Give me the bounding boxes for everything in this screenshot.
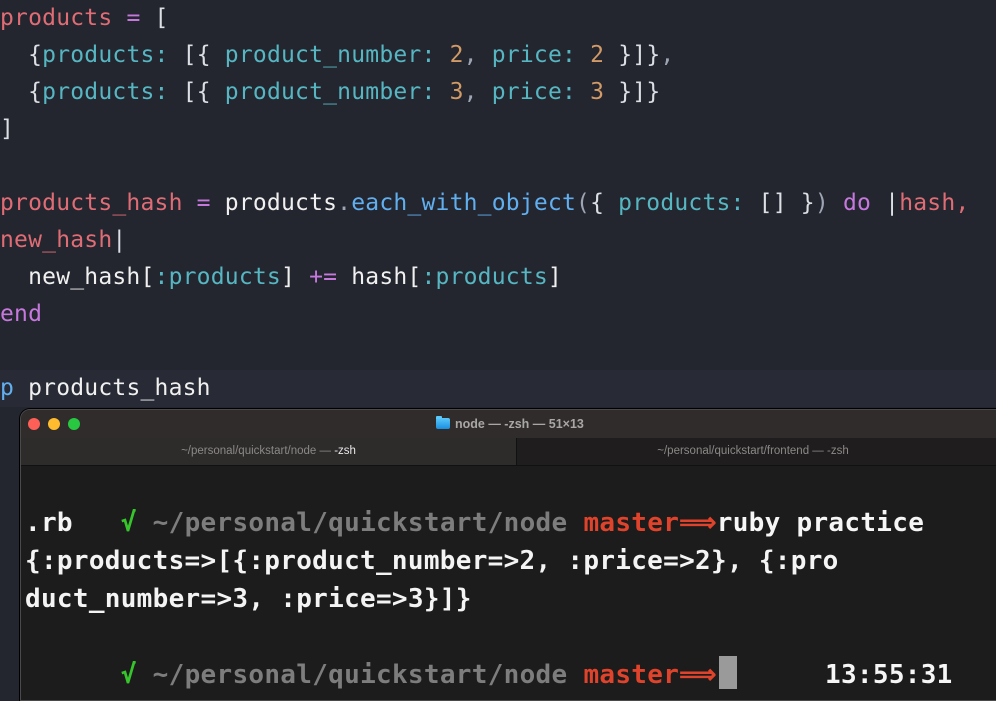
code-token: products — [224, 190, 338, 216]
code-token: end — [0, 301, 43, 327]
tab-node[interactable]: ~/personal/quickstart/node — -zsh — [21, 438, 516, 465]
code-token: new_hash — [0, 227, 113, 253]
window-title-text: node — -zsh — 51×13 — [455, 417, 584, 431]
code-token: , — [463, 42, 492, 68]
code-token: }]} — [604, 42, 661, 68]
terminal-cursor — [718, 656, 737, 689]
prompt-path: ~/personal/quickstart/node — [152, 660, 568, 690]
close-window-button[interactable] — [28, 418, 40, 430]
code-token: products_hash — [14, 375, 211, 401]
code-token: products — [0, 5, 113, 31]
code-line[interactable]: new_hash[:products] += hash[:products] — [0, 259, 562, 296]
code-token: [ — [154, 5, 169, 31]
prompt-arrow-icon: ⟹ — [679, 660, 717, 690]
code-token: products: — [42, 79, 169, 105]
code-token: price: — [491, 42, 577, 68]
code-token: hash[ — [351, 264, 422, 290]
code-token: ] — [280, 264, 296, 290]
code-token: | — [885, 190, 900, 216]
prompt-path: ~/personal/quickstart/node — [152, 508, 568, 538]
terminal-window[interactable]: node — -zsh — 51×13 ~/personal/quickstar… — [20, 409, 996, 701]
code-token: 2 — [590, 42, 605, 68]
prompt-clock: 13:55:31 — [825, 660, 953, 690]
success-check-icon: √ — [120, 508, 137, 538]
new-tab-button[interactable]: + — [989, 438, 996, 465]
code-token: p — [0, 375, 15, 401]
entered-command: ruby practice — [716, 508, 925, 538]
tab-path: ~/personal/quickstart/node — — [181, 445, 335, 457]
code-token: do — [828, 190, 886, 216]
git-branch: master — [583, 660, 680, 690]
code-line[interactable]: ] — [0, 111, 14, 148]
code-line[interactable]: products = [ — [0, 0, 169, 37]
maximize-window-button[interactable] — [68, 418, 80, 430]
tab-path: ~/personal/quickstart/frontend — — [657, 445, 827, 457]
code-token: [{ — [168, 79, 225, 105]
code-token: { — [590, 190, 619, 216]
window-title: node — -zsh — 51×13 — [436, 416, 584, 432]
code-token: 3 — [590, 79, 605, 105]
code-token: products: — [618, 190, 745, 216]
code-token: :products — [421, 264, 548, 290]
minimize-window-button[interactable] — [48, 418, 60, 430]
code-line[interactable]: products_hash = products.each_with_objec… — [0, 185, 969, 222]
tab-frontend[interactable]: ~/personal/quickstart/frontend — -zsh — [516, 438, 990, 465]
code-line[interactable]: new_hash| — [0, 222, 126, 259]
code-token: products: — [42, 42, 169, 68]
code-token: [] } — [744, 190, 815, 216]
output-line: .rb — [25, 508, 73, 538]
code-token: ) — [814, 190, 829, 216]
code-token: products_hash — [0, 190, 183, 216]
code-token: new_hash[ — [0, 264, 155, 290]
code-line[interactable]: p products_hash — [0, 370, 996, 407]
code-token: :products — [154, 264, 281, 290]
code-token: , — [660, 42, 675, 68]
success-check-icon: √ — [120, 660, 137, 690]
code-line[interactable]: {products: [{ product_number: 2, price: … — [0, 37, 674, 74]
output-line: duct_number=>3, :price=>3}]} — [25, 584, 472, 614]
code-token: price: — [491, 79, 577, 105]
code-token: ] — [547, 264, 562, 290]
code-token: product_number: — [224, 42, 436, 68]
code-token: hash, — [899, 190, 970, 216]
git-branch: master — [583, 508, 680, 538]
tab-shell: -zsh — [334, 445, 356, 457]
prompt-arrow-icon: ⟹ — [679, 508, 717, 538]
prompt-line: √ ~/personal/quickstart/node master⟹ 13:5… — [25, 618, 996, 690]
code-token: . — [337, 190, 352, 216]
code-token: | — [112, 227, 127, 253]
prompt-line: √ ~/personal/quickstart/node master⟹ruby… — [25, 466, 924, 538]
code-token: ( — [576, 190, 591, 216]
output-line: {:products=>[{:product_number=>2, :price… — [25, 546, 839, 576]
code-token: += — [295, 264, 352, 290]
code-token: { — [0, 79, 43, 105]
code-line[interactable]: end — [0, 296, 42, 333]
code-line[interactable]: {products: [{ product_number: 3, price: … — [0, 74, 660, 111]
code-token: = — [112, 5, 155, 31]
folder-icon — [436, 416, 450, 429]
tab-shell: -zsh — [826, 445, 849, 457]
code-token: 2 — [449, 42, 464, 68]
code-token: 3 — [449, 79, 464, 105]
code-token: [{ — [168, 42, 225, 68]
code-token: ] — [0, 116, 15, 142]
code-token: each_with_object — [351, 190, 576, 216]
code-token: }]} — [604, 79, 661, 105]
code-token: = — [182, 190, 225, 216]
code-token: , — [463, 79, 492, 105]
terminal-titlebar[interactable]: node — -zsh — 51×13 — [21, 410, 996, 438]
terminal-output[interactable]: √ ~/personal/quickstart/node master⟹ruby… — [21, 466, 996, 700]
terminal-tab-bar: ~/personal/quickstart/node — -zsh ~/pers… — [21, 438, 996, 466]
code-token: { — [0, 42, 43, 68]
code-token: product_number: — [224, 79, 436, 105]
